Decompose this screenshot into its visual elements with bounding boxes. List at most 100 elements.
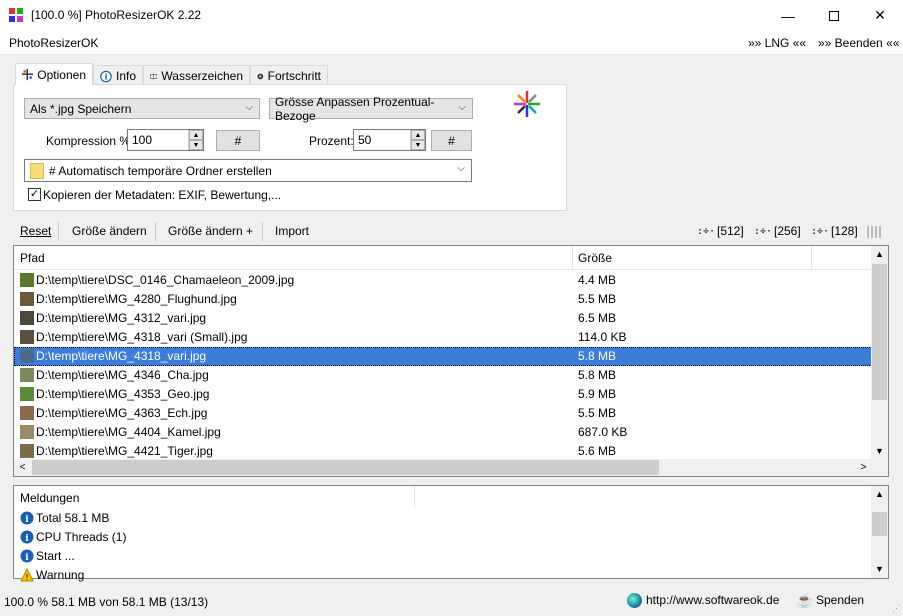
list-item[interactable]: i Start ...	[14, 547, 872, 566]
file-size: 687.0 KB	[578, 425, 628, 439]
stepper-down-icon[interactable]: ▼	[189, 140, 203, 150]
thumb-128-button[interactable]: [128]	[831, 224, 858, 238]
file-path: D:\temp\tiere\MG_4318_vari (Small).jpg	[36, 330, 248, 344]
image-thumbnail	[20, 330, 34, 344]
image-thumbnail	[20, 387, 34, 401]
compression-stepper[interactable]: ▲ ▼	[188, 130, 203, 150]
info-icon: i	[20, 511, 34, 525]
menu-bar: PhotoResizerOK »» LNG «« »» Beenden ««	[0, 31, 903, 55]
file-size: 5.5 MB	[578, 406, 617, 420]
messages-header: Meldungen	[20, 491, 80, 505]
progress-icon	[257, 73, 264, 79]
scroll-left-icon[interactable]: <	[14, 459, 31, 476]
minimize-button[interactable]: —	[765, 0, 811, 31]
resize-mode-select[interactable]: Grösse Anpassen Prozentual-Bezoge ⌵	[269, 95, 473, 123]
table-row[interactable]: D:\temp\tiere\MG_4318_vari.jpg 5.8 MB	[14, 347, 872, 366]
status-bar: 100.0 % 58.1 MB von 58.1 MB (13/13) http…	[0, 588, 903, 616]
table-row[interactable]: D:\temp\tiere\MG_4312_vari.jpg 6.5 MB	[14, 309, 872, 328]
chevron-down-icon: ⌵	[457, 163, 465, 174]
horizontal-scrollbar-thumb[interactable]	[32, 460, 659, 475]
tab-options[interactable]: Optionen	[15, 63, 93, 85]
percent-hash-button[interactable]: #	[431, 130, 472, 151]
chevron-down-icon: ⌵	[245, 102, 253, 113]
vertical-scrollbar-thumb[interactable]	[872, 264, 887, 400]
messages-list[interactable]: Meldungen i Total 58.1 MB i CPU Threads (1)…	[13, 485, 889, 582]
scroll-right-icon[interactable]: >	[855, 459, 872, 476]
scroll-up-icon[interactable]: ▲	[871, 246, 888, 263]
maximize-button[interactable]	[811, 0, 857, 31]
scroll-down-icon[interactable]: ▼	[871, 561, 888, 578]
close-button[interactable]: ✕	[857, 0, 903, 31]
coffee-icon: ☕	[796, 592, 814, 608]
folder-value: # Automatisch temporäre Ordner erstellen	[49, 163, 272, 178]
message-text: Total 58.1 MB	[36, 511, 110, 525]
svg-text:i: i	[104, 72, 107, 81]
tab-progress[interactable]: Fortschritt	[250, 65, 328, 86]
stepper-up-icon[interactable]: ▲	[189, 130, 203, 140]
metadata-checkbox[interactable]: ✓	[28, 188, 41, 201]
tab-watermark[interactable]: Wasserzeichen	[143, 65, 250, 86]
menu-exit[interactable]: »» Beenden ««	[818, 36, 899, 50]
list-item[interactable]: ! Warnung	[14, 566, 872, 585]
tab-info[interactable]: i Info	[93, 65, 143, 86]
scroll-up-icon[interactable]: ▲	[871, 486, 888, 503]
thumb-512-button[interactable]: [512]	[717, 224, 744, 238]
table-row[interactable]: D:\temp\tiere\DSC_0146_Chamaeleon_2009.j…	[14, 271, 872, 290]
file-size: 5.8 MB	[578, 368, 617, 382]
table-row[interactable]: D:\temp\tiere\MG_4318_vari (Small).jpg 11…	[14, 328, 872, 347]
list-item[interactable]: i CPU Threads (1)	[14, 528, 872, 547]
window-title: [100.0 %] PhotoResizerOK 2.22	[31, 8, 202, 22]
stepper-up-icon[interactable]: ▲	[411, 130, 425, 140]
menu-app[interactable]: PhotoResizerOK	[9, 36, 98, 50]
logo-icon	[514, 91, 540, 117]
file-path: D:\temp\tiere\MG_4280_Flughund.jpg	[36, 292, 237, 306]
messages-scrollbar-thumb[interactable]	[872, 512, 887, 536]
reset-button[interactable]: Reset	[20, 224, 51, 238]
grid-view-icon[interactable]	[867, 226, 883, 238]
table-row[interactable]: D:\temp\tiere\MG_4346_Cha.jpg 5.8 MB	[14, 366, 872, 385]
column-header-path[interactable]: Pfad	[20, 251, 45, 265]
percent-label: Prozent:	[309, 134, 354, 148]
column-header-size[interactable]: Größe	[578, 251, 612, 265]
column-divider[interactable]	[572, 246, 573, 270]
percent-stepper[interactable]: ▲ ▼	[410, 130, 425, 150]
table-row[interactable]: D:\temp\tiere\MG_4363_Ech.jpg 5.5 MB	[14, 404, 872, 423]
compression-hash-button[interactable]: #	[216, 130, 260, 151]
table-row[interactable]: D:\temp\tiere\MG_4353_Geo.jpg 5.9 MB	[14, 385, 872, 404]
save-format-value: Als *.jpg Speichern	[30, 101, 132, 116]
horizontal-scrollbar[interactable]: < >	[14, 459, 872, 476]
column-divider[interactable]	[414, 486, 415, 508]
resize-button[interactable]: Größe ändern	[72, 224, 147, 238]
maximize-icon	[829, 10, 839, 21]
save-format-select[interactable]: Als *.jpg Speichern ⌵	[24, 98, 260, 119]
status-progress-text: 100.0 % 58.1 MB von 58.1 MB (13/13)	[4, 595, 209, 609]
file-path: D:\temp\tiere\MG_4346_Cha.jpg	[36, 368, 209, 382]
toolbar-divider	[262, 222, 263, 241]
scroll-down-icon[interactable]: ▼	[871, 443, 888, 460]
percent-value: 50	[358, 133, 372, 147]
vertical-scrollbar[interactable]: ▲ ▼	[871, 246, 888, 460]
menu-language[interactable]: »» LNG ««	[748, 36, 806, 50]
table-row[interactable]: D:\temp\tiere\MG_4280_Flughund.jpg 5.5 MB	[14, 290, 872, 309]
list-item[interactable]: i Total 58.1 MB	[14, 509, 872, 528]
messages-scrollbar[interactable]: ▲ ▼	[871, 486, 888, 578]
tab-progress-label: Fortschritt	[267, 69, 321, 83]
donate-link[interactable]: Spenden	[816, 593, 864, 607]
globe-icon	[627, 593, 642, 608]
thumb-256-button[interactable]: [256]	[774, 224, 801, 238]
tab-options-label: Optionen	[37, 67, 86, 82]
image-thumbnail	[20, 311, 34, 325]
resize-plus-button[interactable]: Größe ändern +	[168, 224, 253, 238]
table-row[interactable]: D:\temp\tiere\MG_4404_Kamel.jpg 687.0 KB	[14, 423, 872, 442]
column-divider[interactable]	[811, 246, 812, 270]
website-link[interactable]: http://www.softwareok.de	[646, 593, 779, 607]
file-path: D:\temp\tiere\MG_4353_Geo.jpg	[36, 387, 210, 401]
file-size: 6.5 MB	[578, 311, 617, 325]
file-size: 5.8 MB	[578, 349, 617, 363]
import-button[interactable]: Import	[275, 224, 309, 238]
folder-select[interactable]: # Automatisch temporäre Ordner erstellen…	[24, 159, 472, 182]
stepper-down-icon[interactable]: ▼	[411, 140, 425, 150]
file-list[interactable]: Pfad Größe D:\temp\tiere\DSC_0146_Chamae…	[13, 245, 889, 477]
compression-value: 100	[132, 133, 153, 147]
resize-grip-icon[interactable]: ⋰	[892, 603, 901, 614]
